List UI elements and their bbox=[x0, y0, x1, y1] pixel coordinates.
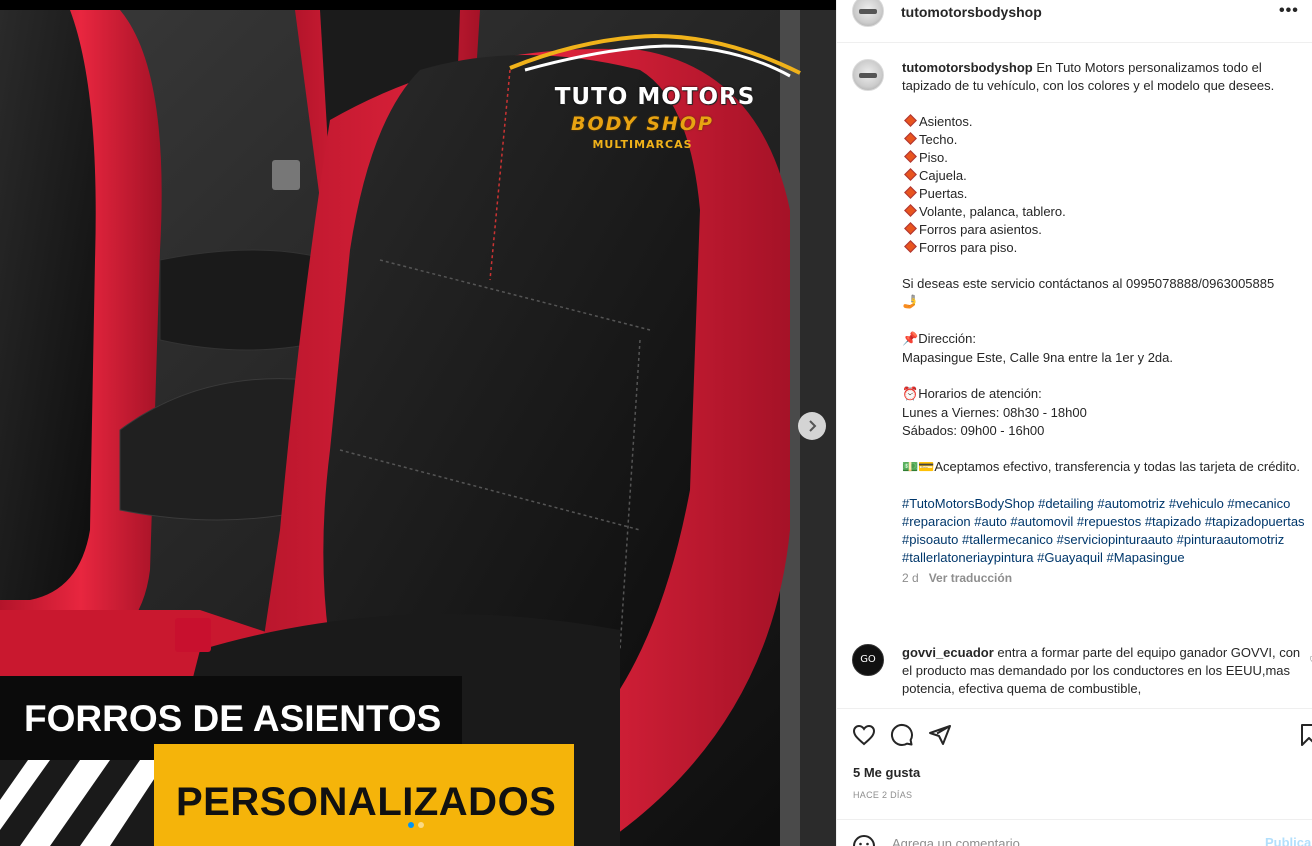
publish-button[interactable]: Publicar bbox=[1265, 835, 1312, 846]
list-item: Puertas. bbox=[902, 185, 1312, 203]
orange-diamond-icon bbox=[904, 240, 917, 253]
post-details-panel: tutomotorsbodyshop ••• tutomotorsbodysho… bbox=[836, 0, 1312, 846]
hours-label: ⏰Horarios de atención: bbox=[902, 386, 1042, 402]
hours-saturday: Sábados: 09h00 - 16h00 bbox=[902, 423, 1045, 438]
comment-text: govvi_ecuador entra a formar parte del e… bbox=[902, 645, 1301, 696]
list-item: Forros para asientos. bbox=[902, 221, 1312, 239]
orange-diamond-icon bbox=[904, 204, 917, 217]
chevron-right-icon bbox=[809, 420, 817, 432]
author-avatar[interactable] bbox=[852, 0, 884, 27]
alarm-clock-icon: ⏰ bbox=[902, 387, 919, 402]
banner-personalizados-text: PERSONALIZADOS bbox=[176, 780, 557, 824]
hashtags[interactable]: #TutoMotorsBodyShop #detailing #automotr… bbox=[902, 495, 1312, 567]
car-silhouette-icon bbox=[509, 33, 801, 78]
post-actions: 5 Me gusta HACE 2 DÍAS Publicar bbox=[837, 708, 1312, 846]
author-username[interactable]: tutomotorsbodyshop bbox=[901, 4, 1042, 20]
orange-diamond-icon bbox=[904, 222, 917, 235]
caption-section: tutomotorsbodyshop En Tuto Motors person… bbox=[837, 44, 1312, 708]
action-icons bbox=[852, 723, 952, 747]
address-label: 📌Dirección: bbox=[902, 331, 976, 347]
banner-personalizados: PERSONALIZADOS bbox=[154, 744, 574, 846]
translate-link[interactable]: Ver traducción bbox=[929, 571, 1012, 585]
credit-card-icon: 💳 bbox=[918, 460, 935, 475]
next-slide-button[interactable] bbox=[798, 412, 826, 440]
add-comment-bar: Publicar bbox=[837, 819, 1312, 846]
banknote-icon: 💵 bbox=[902, 460, 919, 475]
list-item: Asientos. bbox=[902, 113, 1312, 131]
list-item: Forros para piso. bbox=[902, 239, 1312, 257]
emoji-icon[interactable] bbox=[852, 834, 876, 846]
orange-diamond-icon bbox=[904, 132, 917, 145]
orange-diamond-icon bbox=[904, 186, 917, 199]
list-item: Volante, palanca, tablero. bbox=[902, 203, 1312, 221]
orange-diamond-icon bbox=[904, 168, 917, 181]
orange-diamond-icon bbox=[904, 114, 917, 127]
share-icon[interactable] bbox=[928, 723, 952, 747]
payment-line: 💵💳Aceptamos efectivo, transferencia y to… bbox=[902, 459, 1301, 475]
logo-line-2: BODY SHOP bbox=[571, 113, 714, 135]
caption-age[interactable]: 2 d bbox=[902, 571, 919, 585]
logo-line-3: MULTIMARCAS bbox=[592, 138, 693, 151]
image-top-border bbox=[0, 0, 836, 10]
caption-username[interactable]: tutomotorsbodyshop bbox=[902, 60, 1033, 75]
post-time[interactable]: HACE 2 DÍAS bbox=[853, 790, 912, 800]
post-header: tutomotorsbodyshop ••• bbox=[837, 0, 1312, 43]
orange-diamond-icon bbox=[904, 150, 917, 163]
contact-line: Si deseas este servicio contáctanos al 0… bbox=[902, 276, 1275, 291]
post-image-carousel[interactable]: TUTO MOTORS BODY SHOP MULTIMARCAS FORROS… bbox=[0, 0, 836, 846]
list-item: Cajuela. bbox=[902, 167, 1312, 185]
logo-line-1: TUTO MOTORS bbox=[554, 84, 756, 110]
carousel-indicator bbox=[408, 822, 424, 828]
banner-forros-text: FORROS DE ASIENTOS bbox=[24, 698, 442, 739]
commenter-username[interactable]: govvi_ecuador bbox=[902, 645, 994, 660]
more-options-icon[interactable]: ••• bbox=[1279, 2, 1299, 20]
hours-weekdays: Lunes a Viernes: 08h30 - 18h00 bbox=[902, 405, 1087, 420]
list-item: Techo. bbox=[902, 131, 1312, 149]
comment-input[interactable] bbox=[892, 834, 1242, 846]
heart-icon[interactable] bbox=[852, 723, 876, 747]
commenter-avatar[interactable]: GO bbox=[852, 644, 884, 676]
comment-icon[interactable] bbox=[890, 723, 914, 747]
list-item: Piso. bbox=[902, 149, 1312, 167]
pushpin-icon: 📌 bbox=[902, 332, 919, 347]
carousel-dot-active bbox=[408, 822, 414, 828]
bookmark-icon[interactable] bbox=[1297, 723, 1312, 747]
diagonal-stripes bbox=[0, 760, 160, 846]
likes-count[interactable]: 5 Me gusta bbox=[853, 765, 920, 780]
caption-avatar[interactable] bbox=[852, 59, 884, 91]
caption-text: tutomotorsbodyshop En Tuto Motors person… bbox=[902, 59, 1312, 587]
caption-meta: 2 d Ver traducción bbox=[902, 569, 1312, 587]
brand-logo: TUTO MOTORS BODY SHOP MULTIMARCAS bbox=[505, 28, 805, 158]
address-text: Mapasingue Este, Calle 9na entre la 1er … bbox=[902, 350, 1174, 365]
phone-hand-icon: 🤳 bbox=[902, 295, 919, 310]
carousel-dot bbox=[418, 822, 424, 828]
